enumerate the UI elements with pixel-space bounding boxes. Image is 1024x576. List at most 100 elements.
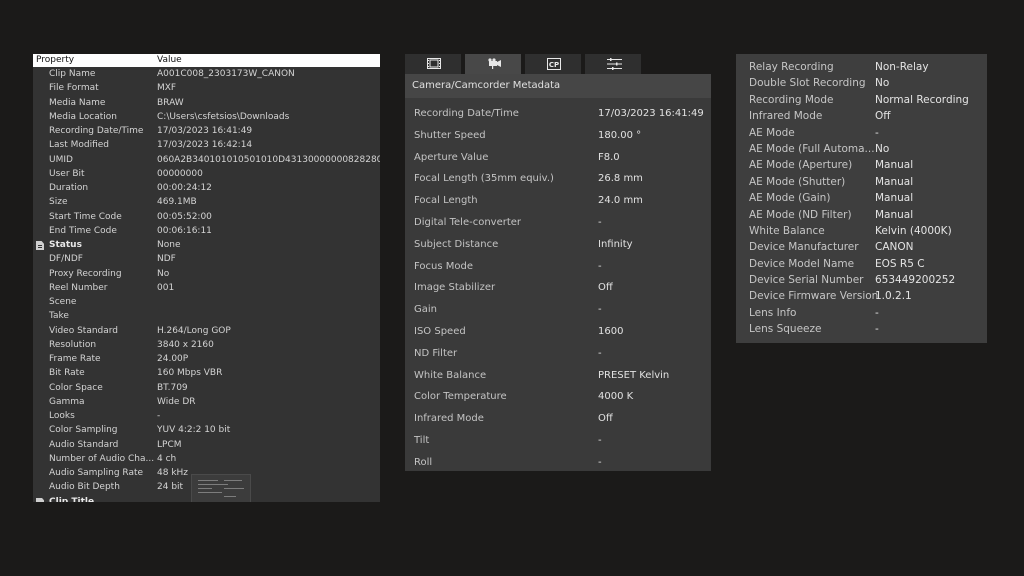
metadata-row[interactable]: Gain -: [405, 299, 711, 321]
metadata-row[interactable]: Shutter Speed 180.00 °: [405, 125, 711, 147]
metadata-row[interactable]: Subject Distance Infinity: [405, 234, 711, 256]
property-value: 00:05:52:00: [157, 211, 212, 222]
metadata-row[interactable]: Start Time Code 00:05:52:00: [33, 210, 380, 224]
metadata-row[interactable]: Digital Tele-converter -: [405, 212, 711, 234]
metadata-row[interactable]: Media Name BRAW: [33, 96, 380, 110]
property-value: 48 kHz: [157, 468, 189, 478]
property-label: File Format: [49, 83, 99, 94]
property-label: Lens Squeeze: [749, 323, 822, 336]
metadata-row[interactable]: White Balance Kelvin (4000K): [736, 223, 987, 239]
metadata-row[interactable]: Duration 00:00:24:12: [33, 181, 380, 195]
property-label: Device Serial Number: [749, 274, 864, 287]
metadata-row[interactable]: Infrared Mode Off: [405, 408, 711, 430]
tab-clip[interactable]: [405, 54, 463, 74]
property-label: Focus Mode: [414, 260, 473, 272]
metadata-row[interactable]: Reel Number 001: [33, 281, 380, 295]
metadata-row[interactable]: Image Stabilizer Off: [405, 277, 711, 299]
metadata-row[interactable]: Media Location C:\Users\csfetsios\Downloa…: [33, 110, 380, 124]
tab-settings[interactable]: [585, 54, 643, 74]
panel-title: Camera/Camcorder Metadata: [405, 74, 711, 98]
property-label: Last Modified: [49, 140, 110, 151]
metadata-row[interactable]: Frame Rate 24.00P: [33, 352, 380, 366]
metadata-row[interactable]: Device Model Name EOS R5 C: [736, 256, 987, 272]
metadata-row[interactable]: User Bit 00000000: [33, 167, 380, 181]
metadata-row[interactable]: Tilt -: [405, 430, 711, 452]
property-value: -: [598, 347, 602, 359]
metadata-row[interactable]: Relay Recording Non-Relay: [736, 59, 987, 75]
metadata-row[interactable]: Color Temperature 4000 K: [405, 386, 711, 408]
metadata-row[interactable]: AE Mode (Shutter) Manual: [736, 174, 987, 190]
metadata-row[interactable]: File Format MXF: [33, 81, 380, 95]
property-label: AE Mode (Gain): [749, 192, 831, 205]
metadata-row[interactable]: Device Firmware Version 1.0.2.1: [736, 288, 987, 304]
property-value: 1.0.2.1: [875, 290, 912, 303]
property-label: Color Sampling: [49, 425, 118, 436]
metadata-row[interactable]: ND Filter -: [405, 343, 711, 365]
metadata-row[interactable]: AE Mode (Gain) Manual: [736, 190, 987, 206]
property-value: 4000 K: [598, 391, 634, 403]
metadata-row[interactable]: Clip Name A001C008_2303173W_CANON: [33, 67, 380, 81]
property-label: Lens Info: [749, 306, 797, 319]
section-row[interactable]: Status None: [33, 238, 380, 252]
property-value: 00:00:24:12: [157, 183, 212, 193]
metadata-row[interactable]: Aperture Value F8.0: [405, 147, 711, 169]
metadata-row[interactable]: Recording Date/Time 17/03/2023 16:41:49: [33, 124, 380, 138]
metadata-row[interactable]: Focal Length (35mm equiv.) 26.8 mm: [405, 168, 711, 190]
property-label: ND Filter: [414, 347, 458, 359]
metadata-row[interactable]: Recording Mode Normal Recording: [736, 92, 987, 108]
metadata-row[interactable]: Lens Squeeze -: [736, 321, 987, 337]
metadata-row[interactable]: Infrared Mode Off: [736, 108, 987, 124]
property-value: 001: [157, 282, 175, 293]
metadata-row[interactable]: Video Standard H.264/Long GOP: [33, 324, 380, 338]
property-label: Audio Bit Depth: [49, 482, 120, 493]
metadata-row[interactable]: Take: [33, 309, 380, 323]
metadata-row[interactable]: AE Mode (ND Filter) Manual: [736, 207, 987, 223]
property-value: 24.00P: [157, 354, 189, 364]
metadata-row[interactable]: Recording Date/Time 17/03/2023 16:41:49: [405, 103, 711, 125]
tab-camera[interactable]: [465, 54, 523, 74]
metadata-row[interactable]: ISO Speed 1600: [405, 321, 711, 343]
property-label: AE Mode (Aperture): [749, 159, 853, 172]
metadata-row[interactable]: DF/NDF NDF: [33, 252, 380, 266]
metadata-row[interactable]: UMID 060A2B340101010501010D43130000000828…: [33, 153, 380, 167]
metadata-row[interactable]: Focal Length 24.0 mm: [405, 190, 711, 212]
metadata-row[interactable]: Scene: [33, 295, 380, 309]
property-column-header[interactable]: Property: [36, 54, 74, 67]
property-value: -: [157, 411, 161, 421]
clip-properties-panel: Property Value Clip Name A001C008_2303173…: [33, 54, 380, 502]
metadata-row[interactable]: Gamma Wide DR: [33, 395, 380, 409]
metadata-row[interactable]: Device Serial Number 653449200252: [736, 272, 987, 288]
property-label: Aperture Value: [414, 151, 489, 163]
metadata-row[interactable]: Looks -: [33, 409, 380, 423]
metadata-row[interactable]: Resolution 3840 x 2160: [33, 338, 380, 352]
property-label: Number of Audio Cha...: [49, 453, 155, 464]
tab-cp[interactable]: CP: [525, 54, 583, 74]
metadata-row[interactable]: White Balance PRESET Kelvin: [405, 365, 711, 387]
metadata-row[interactable]: Number of Audio Cha... 4 ch: [33, 452, 380, 466]
metadata-row[interactable]: AE Mode (Full Automa... No: [736, 141, 987, 157]
metadata-row[interactable]: Proxy Recording No: [33, 267, 380, 281]
metadata-row[interactable]: AE Mode -: [736, 125, 987, 141]
property-value: 160 Mbps VBR: [157, 368, 223, 379]
metadata-row[interactable]: Audio Standard LPCM: [33, 438, 380, 452]
metadata-row[interactable]: AE Mode (Aperture) Manual: [736, 157, 987, 173]
metadata-row[interactable]: Last Modified 17/03/2023 16:42:14: [33, 138, 380, 152]
metadata-row[interactable]: Roll -: [405, 452, 711, 471]
property-label: Audio Standard: [49, 439, 119, 450]
metadata-row[interactable]: Double Slot Recording No: [736, 75, 987, 91]
metadata-row[interactable]: Device Manufacturer CANON: [736, 239, 987, 255]
property-value: 653449200252: [875, 274, 956, 287]
metadata-row[interactable]: Size 469.1MB: [33, 195, 380, 209]
metadata-row[interactable]: Bit Rate 160 Mbps VBR: [33, 366, 380, 380]
property-value: No: [157, 268, 170, 279]
property-label: AE Mode (Shutter): [749, 175, 846, 188]
metadata-row[interactable]: End Time Code 00:06:16:11: [33, 224, 380, 238]
metadata-row[interactable]: Focus Mode -: [405, 256, 711, 278]
metadata-row[interactable]: Color Sampling YUV 4:2:2 10 bit: [33, 423, 380, 437]
metadata-row[interactable]: Color Space BT.709: [33, 381, 380, 395]
metadata-row[interactable]: Lens Info -: [736, 305, 987, 321]
camcorder-icon: [488, 58, 501, 69]
property-label: Relay Recording: [749, 61, 834, 73]
value-column-header[interactable]: Value: [157, 54, 182, 67]
extended-metadata-panel: Relay Recording Non-Relay Double Slot Reco…: [736, 54, 987, 343]
